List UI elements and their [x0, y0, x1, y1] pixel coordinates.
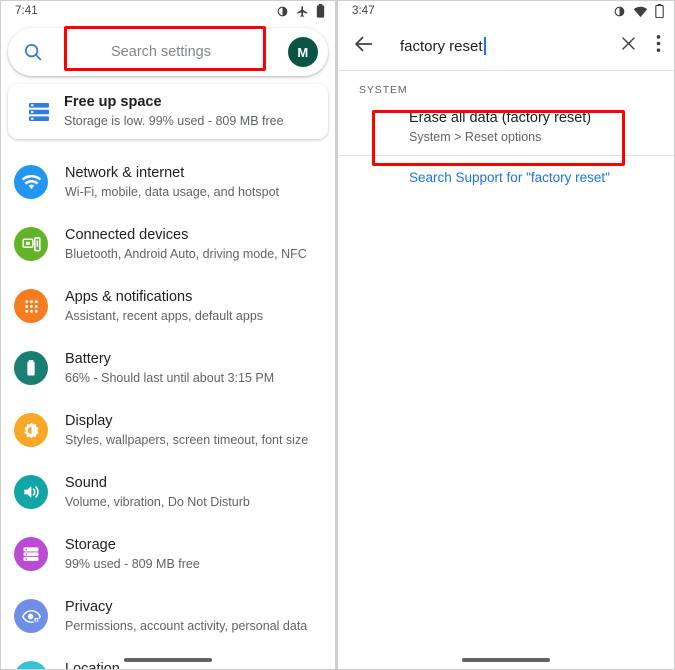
settings-item-network-internet[interactable]: Network & internet Wi-Fi, mobile, data u…	[0, 151, 336, 213]
search-result-erase-all-data[interactable]: Erase all data (factory reset) System > …	[337, 100, 675, 155]
wifi-icon	[14, 165, 48, 199]
suggestion-card-free-up-space[interactable]: Free up space Storage is low. 99% used -…	[8, 84, 328, 139]
settings-item-display[interactable]: Display Styles, wallpapers, screen timeo…	[0, 399, 336, 461]
settings-item-subtitle: Styles, wallpapers, screen timeout, font…	[65, 432, 309, 447]
status-icon-group	[613, 4, 664, 18]
contrast-icon	[276, 5, 289, 18]
settings-home-screen: 7:41 Search settings M Free up space Sto…	[0, 0, 337, 670]
search-result-title: Erase all data (factory reset)	[409, 110, 592, 126]
settings-item-title: Connected devices	[65, 226, 189, 243]
toolbar-actions	[619, 34, 661, 58]
storage-bars-icon	[22, 101, 56, 123]
settings-item-sound[interactable]: Sound Volume, vibration, Do Not Disturb	[0, 461, 336, 523]
settings-item-subtitle: Permissions, account activity, personal …	[65, 618, 308, 633]
settings-item-text: Privacy Permissions, account activity, p…	[48, 598, 307, 635]
search-result-breadcrumb: System > Reset options	[409, 130, 542, 144]
apps-grid-icon	[14, 289, 48, 323]
battery-icon	[14, 351, 48, 385]
settings-item-connected-devices[interactable]: Connected devices Bluetooth, Android Aut…	[0, 213, 336, 275]
search-icon[interactable]	[22, 41, 44, 63]
search-bar[interactable]: Search settings M	[8, 26, 328, 76]
brightness-icon	[14, 413, 48, 447]
settings-item-subtitle: Bluetooth, Android Auto, driving mode, N…	[65, 246, 307, 261]
storage-icon	[14, 537, 48, 571]
status-icon-group	[276, 4, 325, 18]
status-bar: 7:41	[0, 0, 336, 22]
settings-item-privacy[interactable]: Privacy Permissions, account activity, p…	[0, 585, 336, 647]
results-section-label: SYSTEM	[359, 84, 408, 96]
volume-icon	[14, 475, 48, 509]
settings-item-text: Display Styles, wallpapers, screen timeo…	[48, 412, 308, 449]
avatar[interactable]: M	[288, 37, 318, 67]
close-icon[interactable]	[619, 34, 638, 58]
settings-search-results-screen: 3:47 factory reset SYSTEM Erase all data…	[337, 0, 675, 670]
settings-item-title: Privacy	[65, 598, 113, 615]
settings-item-title: Network & internet	[65, 164, 185, 181]
settings-item-title: Storage	[65, 536, 116, 553]
settings-item-text: Connected devices Bluetooth, Android Aut…	[48, 226, 307, 263]
settings-item-battery[interactable]: Battery 66% - Should last until about 3:…	[0, 337, 336, 399]
suggestion-title: Free up space	[64, 94, 162, 110]
home-indicator	[124, 658, 212, 662]
settings-item-subtitle: Wi-Fi, mobile, data usage, and hotspot	[65, 184, 280, 199]
settings-item-text: Network & internet Wi-Fi, mobile, data u…	[48, 164, 279, 201]
back-arrow-icon[interactable]	[353, 33, 375, 60]
search-query-text: factory reset	[400, 37, 483, 55]
settings-item-text: Apps & notifications Assistant, recent a…	[48, 288, 263, 325]
status-bar: 3:47	[337, 0, 675, 22]
contrast-icon	[613, 5, 626, 18]
home-indicator	[462, 658, 550, 662]
search-query-input[interactable]: factory reset	[375, 37, 619, 55]
settings-item-apps-notifications[interactable]: Apps & notifications Assistant, recent a…	[0, 275, 336, 337]
settings-item-title: Apps & notifications	[65, 288, 193, 305]
status-time: 7:41	[15, 5, 38, 17]
suggestion-text: Free up space Storage is low. 99% used -…	[56, 93, 284, 130]
settings-item-subtitle: Volume, vibration, Do Not Disturb	[65, 494, 250, 509]
settings-item-storage[interactable]: Storage 99% used - 809 MB free	[0, 523, 336, 585]
battery-icon	[316, 4, 325, 18]
more-vert-icon[interactable]	[656, 34, 661, 58]
airplane-mode-icon	[296, 5, 309, 18]
search-input[interactable]: Search settings	[44, 44, 288, 60]
settings-item-text: Storage 99% used - 809 MB free	[48, 536, 200, 573]
location-pin-icon	[14, 661, 48, 670]
wifi-icon	[633, 5, 648, 18]
settings-list: Network & internet Wi-Fi, mobile, data u…	[0, 139, 336, 670]
search-toolbar: factory reset	[337, 22, 675, 70]
settings-item-text: Sound Volume, vibration, Do Not Disturb	[48, 474, 250, 511]
status-time: 3:47	[352, 5, 375, 17]
settings-item-subtitle: 99% used - 809 MB free	[65, 556, 200, 571]
settings-item-title: Battery	[65, 350, 111, 367]
settings-item-title: Display	[65, 412, 113, 429]
connected-devices-icon	[14, 227, 48, 261]
search-results: SYSTEM Erase all data (factory reset) Sy…	[337, 71, 675, 187]
search-support-link[interactable]: Search Support for "factory reset"	[337, 156, 675, 187]
suggestion-subtitle: Storage is low. 99% used - 809 MB free	[64, 114, 284, 128]
battery-icon	[655, 4, 664, 18]
settings-item-subtitle: Assistant, recent apps, default apps	[65, 308, 264, 323]
text-caret	[483, 37, 486, 55]
settings-item-subtitle: 66% - Should last until about 3:15 PM	[65, 370, 275, 385]
settings-item-text: Battery 66% - Should last until about 3:…	[48, 350, 274, 387]
privacy-eye-icon	[14, 599, 48, 633]
screenshot-root: 7:41 Search settings M Free up space Sto…	[0, 0, 675, 670]
settings-item-title: Sound	[65, 474, 107, 491]
